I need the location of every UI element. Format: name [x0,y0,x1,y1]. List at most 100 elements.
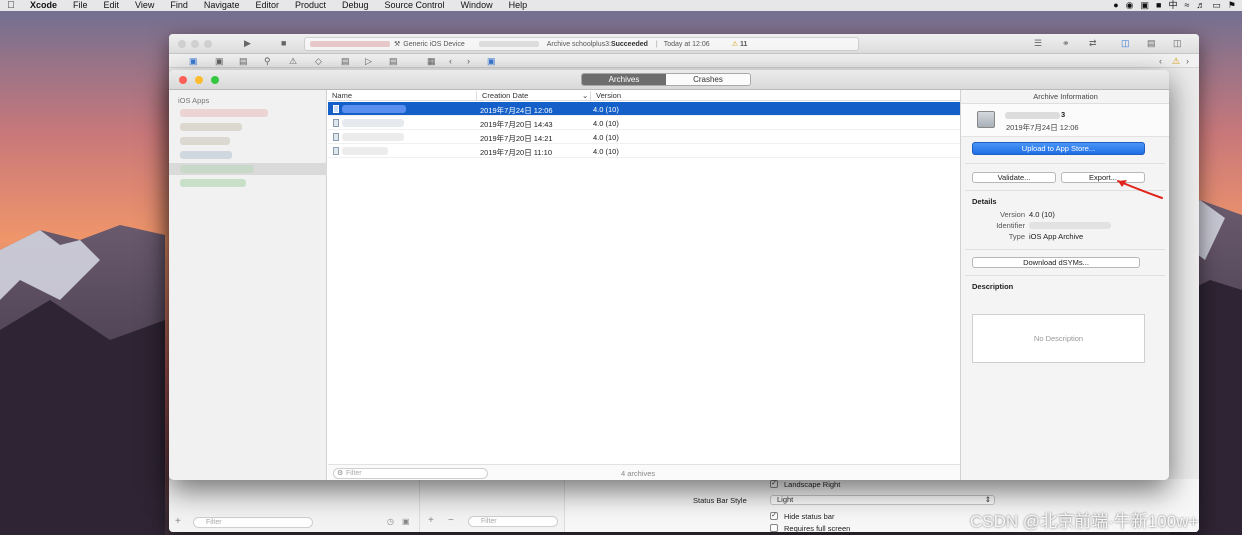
organizer-titlebar: Archives Crashes [169,70,1169,90]
zoom-button[interactable] [211,76,219,84]
menu-window[interactable]: Window [453,0,501,11]
archive-icon [977,111,995,128]
test-navigator-icon[interactable]: ◇ [315,56,322,67]
sidebar-app-item[interactable] [169,177,327,189]
status-bar-style-popup[interactable]: Light ⇕ [770,495,995,505]
symbol-navigator-icon[interactable]: ▤ [239,56,248,67]
menu-view[interactable]: View [127,0,162,11]
remove-target-icon[interactable]: − [448,515,454,526]
source-control-filter-icon[interactable]: ▣ [402,517,410,526]
description-field[interactable]: No Description [972,314,1145,363]
debug-navigator-icon[interactable]: ▤ [341,56,350,67]
archive-row[interactable]: 2019年7月20日 14:43 4.0 (10) [328,116,960,130]
project-navigator-icon[interactable]: ▣ [189,56,198,67]
penguin-icon[interactable]: ● [1113,0,1118,11]
flag-icon[interactable]: ⚑ [1228,0,1236,11]
menu-app-xcode[interactable]: Xcode [22,0,65,11]
archive-row[interactable]: 2019年7月24日 12:06 4.0 (10) [328,102,960,116]
menu-product[interactable]: Product [287,0,334,11]
stop-icon[interactable]: ■ [281,38,286,48]
navigator-filter-field[interactable]: Filter [193,517,313,528]
menu-navigate[interactable]: Navigate [196,0,248,11]
wifi-icon[interactable]: ≈ [1184,0,1189,11]
column-version[interactable]: Version [596,91,621,100]
minimize-button[interactable] [195,76,203,84]
close-button[interactable] [179,76,187,84]
column-name[interactable]: Name [332,91,352,100]
file-breadcrumb-icon[interactable]: ▣ [487,56,496,67]
recent-files-icon[interactable]: ◷ [387,517,394,526]
battery-icon[interactable]: ▭ [1212,0,1221,11]
download-dsyms-button[interactable]: Download dSYMs... [972,257,1140,268]
sidebar-app-item[interactable] [169,135,327,147]
scheme-device[interactable]: Generic iOS Device [403,41,464,48]
run-icon[interactable]: ▶ [244,38,251,49]
menu-file[interactable]: File [65,0,96,11]
apple-menu-icon[interactable]:  [0,0,22,11]
app-name-blur [180,123,242,131]
menu-debug[interactable]: Debug [334,0,377,11]
divider [965,275,1165,276]
source-control-navigator-icon[interactable]: ▣ [215,56,224,67]
forward-icon[interactable]: › [467,56,470,66]
app-name-blur [180,165,254,173]
hide-status-bar-label: Hide status bar [784,512,835,521]
close-dot[interactable] [178,40,186,48]
menu-help[interactable]: Help [501,0,536,11]
sort-chevron-icon[interactable]: ⌄ [582,91,588,100]
warning-count[interactable]: 11 [740,41,747,48]
tab-crashes[interactable]: Crashes [666,74,750,85]
archive-count: 4 archives [621,469,656,478]
hide-status-bar-checkbox[interactable]: ✓ [770,512,778,520]
report-navigator-icon[interactable]: ▤ [389,56,398,67]
archive-row[interactable]: 2019年7月20日 14:21 4.0 (10) [328,130,960,144]
wechat-icon[interactable]: ◉ [1126,0,1134,11]
add-target-icon[interactable]: + [428,515,434,526]
breakpoint-navigator-icon[interactable]: ▷ [365,56,372,67]
tab-archives[interactable]: Archives [582,74,666,85]
navigator-toggle-icon[interactable]: ◫ [1121,38,1130,49]
utilities-toggle-icon[interactable]: ◫ [1173,38,1182,49]
screen-icon[interactable]: ▣ [1140,0,1149,11]
menu-source-control[interactable]: Source Control [377,0,453,11]
archive-filter-field[interactable]: ⚙ Filter [333,468,488,479]
add-file-icon[interactable]: + [175,516,181,527]
nav-forward-icon[interactable]: › [1186,56,1189,66]
type-key: Type [1008,232,1025,241]
sidebar-app-item[interactable] [169,107,327,119]
outline-footer: + − Filter [419,479,564,532]
target-filter-field[interactable]: Filter [468,516,558,527]
version-editor-icon[interactable]: ⇄ [1089,38,1097,49]
zoom-dot[interactable] [204,40,212,48]
validate-button[interactable]: Validate... [972,172,1056,183]
nav-warning-icon[interactable]: ⚠ [1172,56,1180,67]
back-icon[interactable]: ‹ [449,56,452,66]
nav-back-icon[interactable]: ‹ [1159,56,1162,66]
archive-row[interactable]: 2019年7月20日 11:10 4.0 (10) [328,144,960,158]
standard-editor-icon[interactable]: ☰ [1034,38,1042,49]
description-title: Description [972,282,1014,291]
landscape-right-checkbox[interactable]: ✓ [770,480,778,488]
app-icon[interactable]: ■ [1156,0,1161,11]
minimize-dot[interactable] [191,40,199,48]
assistant-editor-icon[interactable]: ⚭ [1062,38,1070,49]
related-items-icon[interactable]: ▦ [427,56,436,67]
sidebar-app-item-selected[interactable] [169,163,327,175]
debug-toggle-icon[interactable]: ▤ [1147,38,1156,49]
input-method-icon[interactable]: 中 [1168,0,1177,11]
find-navigator-icon[interactable]: ⚲ [264,56,271,67]
issue-navigator-icon[interactable]: ⚠ [289,56,297,67]
list-footer: ⚙ Filter 4 archives [328,464,960,480]
warning-icon[interactable]: ⚠ [732,40,738,48]
navigator-footer: + Filter ◷ ▣ [169,479,419,532]
menu-editor[interactable]: Editor [247,0,287,11]
upload-to-app-store-button[interactable]: Upload to App Store... [972,142,1145,155]
column-creation-date[interactable]: Creation Date [482,91,528,100]
sidebar-app-item[interactable] [169,121,327,133]
menu-edit[interactable]: Edit [96,0,128,11]
volume-icon[interactable]: ♬ [1196,0,1205,11]
sidebar-app-item[interactable] [169,149,327,161]
requires-full-screen-checkbox[interactable] [770,524,778,532]
menu-find[interactable]: Find [162,0,196,11]
column-separator [476,91,477,100]
